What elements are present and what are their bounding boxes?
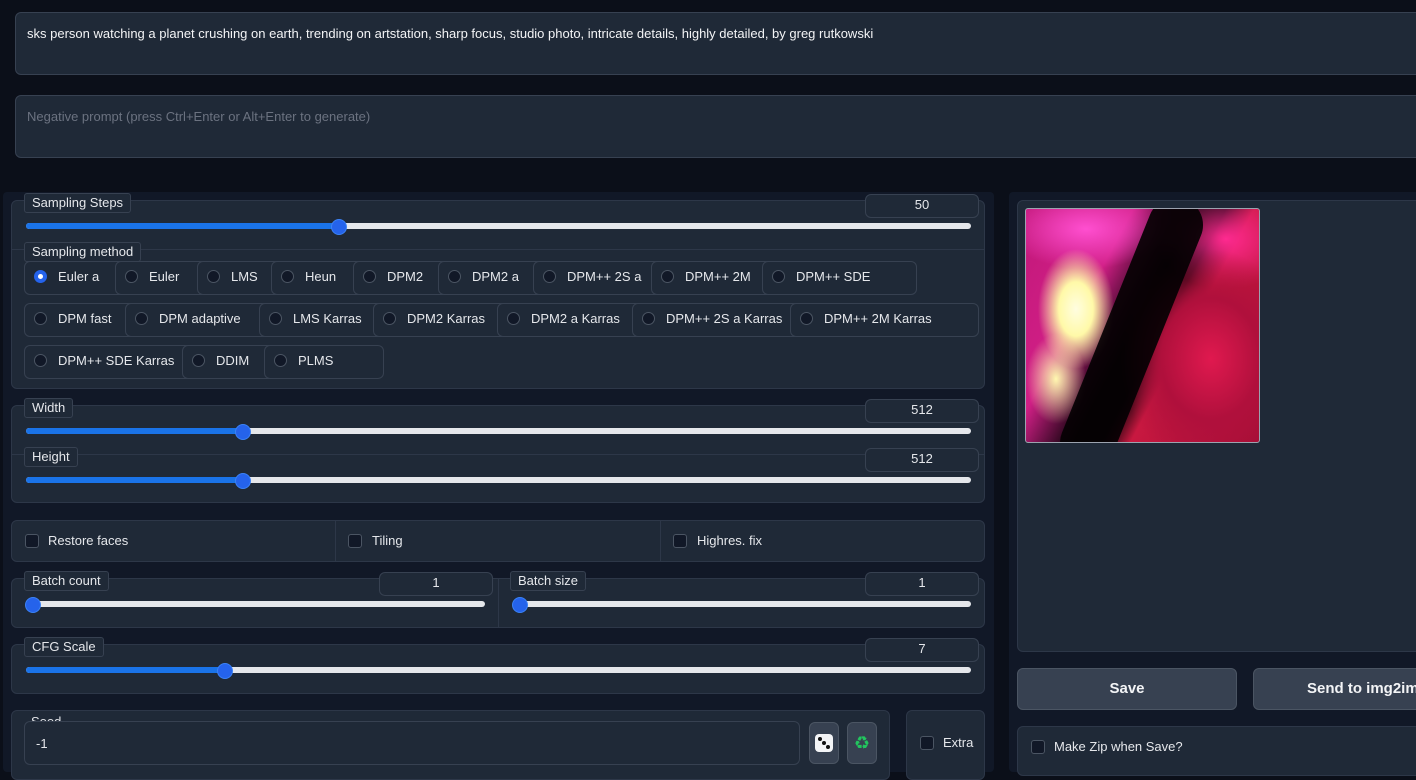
- divider: [12, 454, 984, 455]
- save-button[interactable]: Save: [1017, 668, 1237, 710]
- batch-size-slider[interactable]: [512, 597, 971, 613]
- seed-input[interactable]: -1: [24, 721, 800, 765]
- divider: [660, 521, 661, 561]
- negative-prompt-placeholder: Negative prompt (press Ctrl+Enter or Alt…: [27, 109, 371, 124]
- batch-count-label: Batch count: [24, 571, 109, 591]
- radio-circle: [125, 270, 138, 283]
- prompt-text: sks person watching a planet crushing on…: [27, 26, 874, 41]
- highres-fix-checkbox[interactable]: [673, 534, 687, 548]
- height-label: Height: [24, 447, 78, 467]
- options-panel: [11, 520, 985, 562]
- sampler-option[interactable]: DPM++ 2M Karras: [790, 303, 979, 337]
- radio-circle: [363, 270, 376, 283]
- prompt-textarea[interactable]: sks person watching a planet crushing on…: [15, 12, 1416, 75]
- restore-faces-checkbox[interactable]: [25, 534, 39, 548]
- recycle-icon: ♻: [853, 733, 871, 753]
- make-zip-label: Make Zip when Save?: [1054, 739, 1183, 754]
- radio-circle: [135, 312, 148, 325]
- batch-count-slider[interactable]: [25, 597, 485, 613]
- radio-circle: [34, 270, 47, 283]
- slider-handle[interactable]: [330, 219, 347, 235]
- width-slider[interactable]: [26, 424, 971, 440]
- highres-fix-label: Highres. fix: [697, 533, 763, 548]
- sampler-option[interactable]: PLMS: [264, 345, 384, 379]
- slider-fill: [26, 477, 243, 483]
- radio-circle: [281, 270, 294, 283]
- sampling-steps-label: Sampling Steps: [24, 193, 132, 213]
- radio-circle: [772, 270, 785, 283]
- radio-circle: [207, 270, 220, 283]
- dice-icon: [815, 734, 833, 752]
- height-slider[interactable]: [26, 473, 971, 489]
- radio-circle: [448, 270, 461, 283]
- slider-fill: [26, 667, 225, 673]
- radio-circle: [507, 312, 520, 325]
- batch-size-label: Batch size: [510, 571, 586, 591]
- extra-label: Extra: [943, 735, 974, 750]
- slider-handle[interactable]: [25, 597, 41, 613]
- radio-circle: [642, 312, 655, 325]
- divider: [498, 579, 499, 627]
- generated-image[interactable]: [1025, 208, 1260, 443]
- cfg-scale-input[interactable]: 7: [865, 638, 979, 662]
- seed-value: -1: [36, 736, 48, 751]
- make-zip-checkbox[interactable]: [1031, 740, 1045, 754]
- cfg-scale-slider[interactable]: [26, 663, 971, 679]
- batch-size-input[interactable]: 1: [865, 572, 979, 596]
- radio-circle: [192, 354, 205, 367]
- radio-circle: [274, 354, 287, 367]
- divider: [335, 521, 336, 561]
- tiling-checkbox[interactable]: [348, 534, 362, 548]
- radio-circle: [34, 312, 47, 325]
- batch-count-input[interactable]: 1: [379, 572, 493, 596]
- width-input[interactable]: 512: [865, 399, 979, 423]
- radio-circle: [269, 312, 282, 325]
- radio-circle: [383, 312, 396, 325]
- tiling-label: Tiling: [372, 533, 403, 548]
- radio-circle: [543, 270, 556, 283]
- sampling-method-label: Sampling method: [24, 242, 142, 262]
- random-seed-button[interactable]: [809, 722, 839, 764]
- send-to-img2img-button[interactable]: Send to img2img: [1253, 668, 1416, 710]
- slider-fill: [26, 428, 243, 434]
- width-label: Width: [24, 398, 74, 418]
- sampling-steps-slider[interactable]: [26, 219, 971, 235]
- divider: [12, 249, 984, 250]
- reuse-seed-button[interactable]: ♻: [847, 722, 877, 764]
- height-input[interactable]: 512: [865, 448, 979, 472]
- negative-prompt-textarea[interactable]: Negative prompt (press Ctrl+Enter or Alt…: [15, 95, 1416, 158]
- slider-handle[interactable]: [512, 597, 528, 613]
- slider-fill: [26, 223, 338, 229]
- sampler-option[interactable]: DPM++ SDE: [762, 261, 917, 295]
- cfg-scale-label: CFG Scale: [24, 637, 104, 657]
- radio-circle: [34, 354, 47, 367]
- extra-checkbox[interactable]: [920, 736, 934, 750]
- restore-faces-label: Restore faces: [48, 533, 129, 548]
- sampling-steps-input[interactable]: 50: [865, 194, 979, 218]
- radio-circle: [800, 312, 813, 325]
- radio-circle: [661, 270, 674, 283]
